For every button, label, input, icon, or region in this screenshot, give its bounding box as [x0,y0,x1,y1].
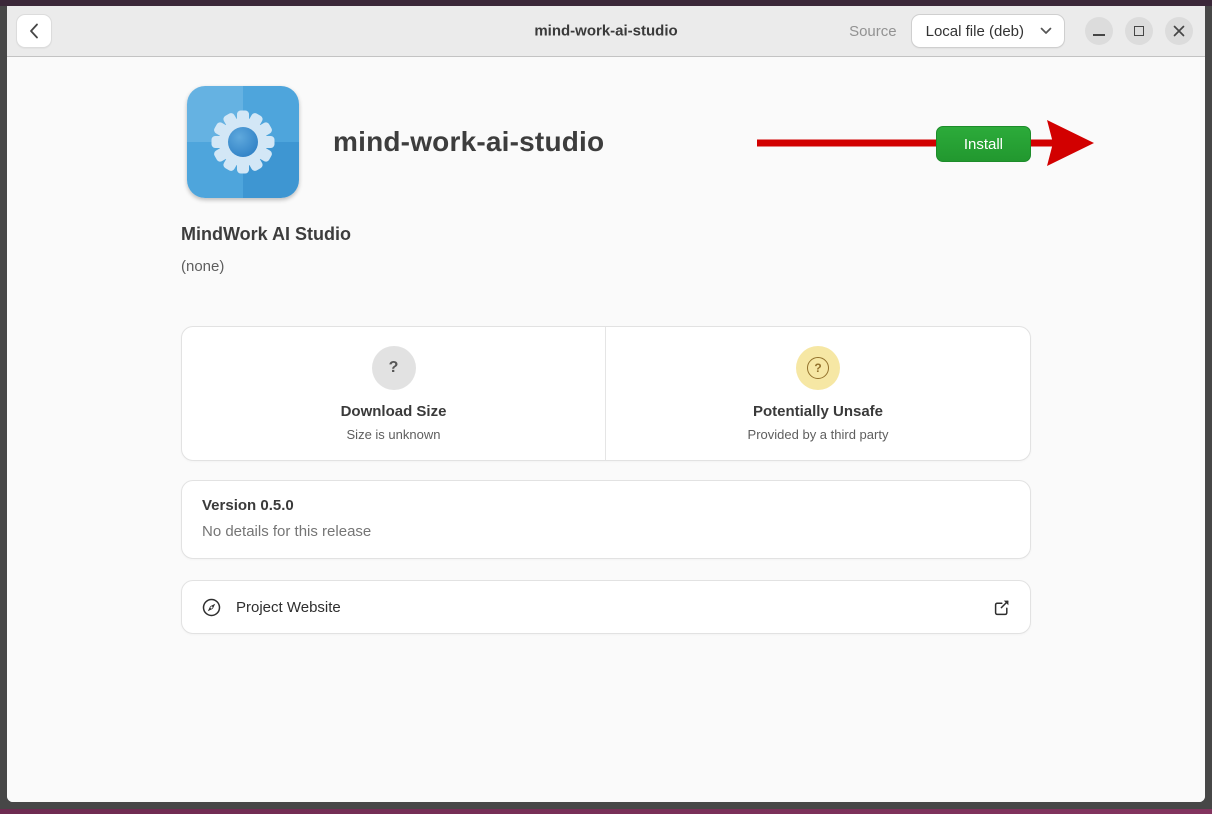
minimize-icon [1093,34,1105,36]
annotation-arrow-icon [753,115,1098,171]
source-label: Source [849,23,897,40]
developer-name: MindWork AI Studio [181,224,1031,245]
version-title: Version 0.5.0 [202,497,1010,514]
chevron-left-icon [29,23,39,39]
tile-title: Download Size [341,403,447,420]
tile-subtitle: Size is unknown [347,427,441,442]
source-dropdown-value: Local file (deb) [926,23,1024,40]
maximize-icon [1134,26,1144,36]
compass-icon [202,598,221,617]
headerbar-right: Source Local file (deb) [849,6,1193,56]
content-column: mind-work-ai-studio Install MindWork AI … [181,57,1031,634]
headerbar: mind-work-ai-studio Source Local file (d… [7,6,1205,57]
app-details-page: mind-work-ai-studio Install MindWork AI … [7,57,1205,802]
external-link-icon [993,599,1010,616]
close-button[interactable] [1165,17,1193,45]
close-icon [1173,25,1185,37]
context-tiles-card: ? Download Size Size is unknown ? Potent… [181,326,1031,461]
license-text: (none) [181,258,1031,275]
desktop-top-edge [0,0,1212,6]
software-window: mind-work-ai-studio Source Local file (d… [7,6,1205,802]
version-card[interactable]: Version 0.5.0 No details for this releas… [181,480,1031,559]
minimize-button[interactable] [1085,17,1113,45]
app-icon [187,86,299,198]
back-button[interactable] [16,14,52,48]
project-website-link[interactable]: Project Website [181,580,1031,634]
window-title: mind-work-ai-studio [534,23,677,40]
website-label: Project Website [236,599,341,616]
version-subtitle: No details for this release [202,523,1010,540]
question-mark-icon: ? [372,346,416,390]
gear-icon [201,100,285,184]
question-circle-icon: ? [796,346,840,390]
tile-subtitle: Provided by a third party [748,427,889,442]
download-size-tile[interactable]: ? Download Size Size is unknown [182,327,606,460]
maximize-button[interactable] [1125,17,1153,45]
desktop-bottom-edge [0,809,1212,814]
safety-tile[interactable]: ? Potentially Unsafe Provided by a third… [606,327,1030,460]
app-header: mind-work-ai-studio Install [181,86,1031,198]
window-controls [1085,17,1193,45]
chevron-down-icon [1040,27,1052,35]
install-button[interactable]: Install [936,126,1031,162]
tile-title: Potentially Unsafe [753,403,883,420]
source-dropdown[interactable]: Local file (deb) [911,14,1065,48]
app-name-heading: mind-work-ai-studio [333,126,604,158]
